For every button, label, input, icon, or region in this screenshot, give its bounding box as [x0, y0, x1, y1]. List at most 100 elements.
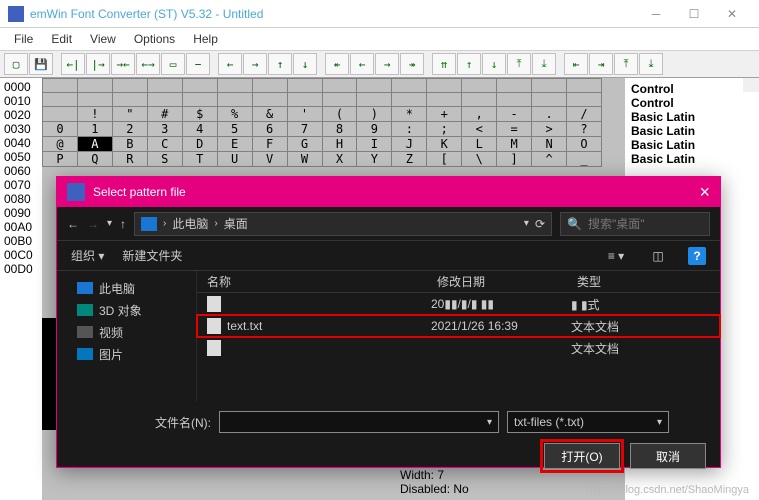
char-cell[interactable]: J [392, 137, 427, 152]
menu-edit[interactable]: Edit [43, 30, 80, 48]
open-button[interactable]: 打开(O) [544, 443, 620, 469]
char-cell[interactable]: 0 [43, 122, 78, 137]
char-cell[interactable]: ? [567, 122, 602, 137]
char-cell[interactable] [217, 93, 252, 107]
file-row[interactable]: 文本文档 [197, 337, 720, 359]
prev-icon[interactable]: ← [350, 53, 374, 75]
char-cell[interactable]: Z [392, 152, 427, 167]
char-cell[interactable]: ; [427, 122, 462, 137]
char-cell[interactable] [252, 79, 287, 93]
char-cell[interactable] [112, 79, 147, 93]
char-cell[interactable]: B [112, 137, 147, 152]
menu-help[interactable]: Help [185, 30, 226, 48]
down1-icon[interactable]: ↓ [482, 53, 506, 75]
chevron-down-icon[interactable]: ▾ [524, 218, 529, 229]
char-cell[interactable]: P [43, 152, 78, 167]
bottom-icon[interactable]: ⤓ [532, 53, 556, 75]
file-row[interactable]: 20▮▮/▮/▮ ▮▮▮ ▮式 [197, 293, 720, 315]
char-cell[interactable]: 5 [217, 122, 252, 137]
char-cell[interactable] [392, 79, 427, 93]
back-button[interactable]: ← [67, 217, 79, 231]
tree-pictures[interactable]: 图片 [67, 343, 186, 365]
up2-icon[interactable]: ↑ [457, 53, 481, 75]
char-cell[interactable]: / [567, 107, 602, 122]
char-cell[interactable]: : [392, 122, 427, 137]
char-cell[interactable]: I [357, 137, 392, 152]
char-cell[interactable] [357, 93, 392, 107]
breadcrumb[interactable]: › 此电脑 › 桌面 ▾ ⟳ [134, 212, 552, 236]
help-icon[interactable]: ? [688, 247, 706, 265]
char-cell[interactable]: N [532, 137, 567, 152]
char-cell[interactable]: 6 [252, 122, 287, 137]
shift-up-icon[interactable]: ↑ [268, 53, 292, 75]
menu-options[interactable]: Options [126, 30, 183, 48]
char-cell[interactable]: - [497, 107, 532, 122]
view-list-icon[interactable]: ≡ ▾ [604, 246, 628, 266]
char-cell[interactable]: $ [182, 107, 217, 122]
char-cell[interactable]: O [567, 137, 602, 152]
save-button[interactable]: 💾 [29, 53, 53, 75]
char-cell[interactable]: C [147, 137, 182, 152]
char-cell[interactable] [427, 93, 462, 107]
char-cell[interactable] [217, 79, 252, 93]
shift-left-icon[interactable]: ← [218, 53, 242, 75]
char-cell[interactable]: , [462, 107, 497, 122]
char-cell[interactable]: E [217, 137, 252, 152]
file-list[interactable]: 名称 修改日期 类型 20▮▮/▮/▮ ▮▮▮ ▮式text.txt2021/1… [197, 271, 720, 401]
file-row[interactable]: text.txt2021/1/26 16:39文本文档 [197, 315, 720, 337]
char-cell[interactable] [77, 79, 112, 93]
char-cell[interactable] [287, 79, 322, 93]
char-cell[interactable]: ( [322, 107, 357, 122]
char-cell[interactable]: * [392, 107, 427, 122]
history-dropdown[interactable]: ▾ [107, 218, 112, 229]
cancel-button[interactable]: 取消 [630, 443, 706, 469]
arrow-right-icon[interactable]: |→ [86, 53, 110, 75]
char-cell[interactable]: G [287, 137, 322, 152]
forward-button[interactable]: → [87, 217, 99, 231]
filter-select[interactable]: txt-files (*.txt) ▾ [507, 411, 669, 433]
char-cell[interactable]: ] [497, 152, 532, 167]
menu-file[interactable]: File [6, 30, 41, 48]
char-cell[interactable] [43, 107, 78, 122]
scrollbar[interactable] [743, 78, 759, 92]
dright-icon[interactable]: ⇥ [589, 53, 613, 75]
expand-icon[interactable]: ←→ [136, 53, 160, 75]
shift-right-icon[interactable]: → [243, 53, 267, 75]
char-cell[interactable]: Q [77, 152, 112, 167]
char-cell[interactable] [567, 79, 602, 93]
char-cell[interactable]: < [462, 122, 497, 137]
char-cell[interactable]: ! [77, 107, 112, 122]
char-cell[interactable]: Y [357, 152, 392, 167]
char-cell[interactable]: S [147, 152, 182, 167]
char-cell[interactable]: 4 [182, 122, 217, 137]
char-cell[interactable]: 2 [112, 122, 147, 137]
arrow-left-icon[interactable]: ←| [61, 53, 85, 75]
char-cell[interactable]: # [147, 107, 182, 122]
char-cell[interactable]: W [287, 152, 322, 167]
char-cell[interactable]: = [497, 122, 532, 137]
char-cell[interactable]: ^ [532, 152, 567, 167]
char-cell[interactable] [322, 93, 357, 107]
char-cell[interactable]: \ [462, 152, 497, 167]
char-cell[interactable] [182, 93, 217, 107]
char-cell[interactable] [462, 79, 497, 93]
char-cell[interactable] [43, 79, 78, 93]
last-icon[interactable]: ↠ [400, 53, 424, 75]
shrink-icon[interactable]: →← [111, 53, 135, 75]
dup-icon[interactable]: ⤒ [614, 53, 638, 75]
char-cell[interactable] [497, 93, 532, 107]
char-cell[interactable]: D [182, 137, 217, 152]
preview-pane-icon[interactable]: ◫ [646, 246, 670, 266]
organize-button[interactable]: 组织 ▾ [71, 247, 104, 264]
char-cell[interactable] [147, 93, 182, 107]
char-cell[interactable]: @ [43, 137, 78, 152]
char-cell[interactable] [462, 93, 497, 107]
shift-down-icon[interactable]: ↓ [293, 53, 317, 75]
nav-tree[interactable]: 此电脑 3D 对象 视频 图片 [57, 271, 197, 401]
new-button[interactable]: ▢ [4, 53, 28, 75]
refresh-icon[interactable]: ⟳ [535, 217, 545, 231]
char-cell[interactable]: R [112, 152, 147, 167]
char-cell[interactable]: V [252, 152, 287, 167]
rect-icon[interactable]: ▭ [161, 53, 185, 75]
first-icon[interactable]: ↞ [325, 53, 349, 75]
